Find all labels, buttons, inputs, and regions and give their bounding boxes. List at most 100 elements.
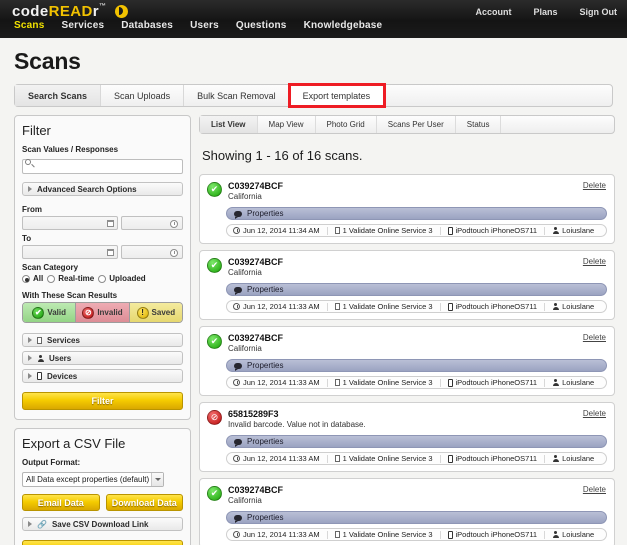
meta-divider — [439, 454, 441, 463]
export-buttons-row: Email Data Download Data — [22, 494, 183, 511]
tab-export-templates[interactable]: Export templates — [287, 83, 387, 108]
search-input[interactable] — [22, 159, 183, 174]
scan-card[interactable]: Delete ✔ C039274BCF California Properties Jun… — [199, 326, 615, 396]
nav-item-users[interactable]: Users — [190, 20, 219, 31]
scan-results-label: With These Scan Results — [22, 291, 118, 300]
scan-card[interactable]: Delete ✔ C039274BCF California Properties Jun… — [199, 250, 615, 320]
result-toggle-saved[interactable]: ! Saved — [129, 303, 182, 322]
radio-dot-uploaded — [98, 274, 107, 283]
radio-all[interactable]: All — [22, 274, 43, 283]
properties-bar[interactable]: Properties — [226, 435, 607, 448]
properties-bar[interactable]: Properties — [226, 283, 607, 296]
result-toggle-invalid[interactable]: ⊘ Invalid — [75, 303, 130, 322]
from-date-input[interactable] — [22, 216, 118, 230]
scan-subtitle: California — [228, 496, 262, 505]
request-custom-reporting-button[interactable]: Request Custom Reporting — [22, 540, 183, 545]
delete-scan-link[interactable]: Delete — [583, 181, 606, 190]
meta-service-value: 1 Validate Online Service 3 — [342, 530, 433, 539]
properties-bar[interactable]: Properties — [226, 359, 607, 372]
meta-time-value: Jun 12, 2014 11:33 AM — [243, 454, 320, 463]
result-label-invalid: Invalid — [97, 308, 123, 317]
meta-user-value: Loiuslane — [562, 530, 595, 539]
top-navigation-bar: codeREADr™ Scans Services Databases User… — [0, 0, 627, 38]
nav-item-sign-out[interactable]: Sign Out — [580, 7, 618, 17]
output-format-select[interactable]: All Data except properties (default) — [22, 472, 165, 487]
meta-device: iPodtouch iPhoneOS711 — [447, 378, 537, 387]
properties-bar[interactable]: Properties — [226, 207, 607, 220]
tab-search-scans[interactable]: Search Scans — [15, 85, 102, 106]
radio-real-time[interactable]: Real-time — [47, 274, 94, 283]
user-icon — [552, 227, 559, 234]
scan-card[interactable]: Delete ⊘ 65815289F3 Invalid barcode. Value … — [199, 402, 615, 472]
chevron-down-icon — [151, 473, 164, 486]
delete-scan-link[interactable]: Delete — [583, 257, 606, 266]
meta-user-value: Loiuslane — [562, 302, 595, 311]
delete-scan-link[interactable]: Delete — [583, 485, 606, 494]
check-icon: ✔ — [32, 306, 45, 319]
group-label-services: Services — [47, 335, 80, 345]
view-tab-status[interactable]: Status — [456, 116, 502, 133]
from-label: From — [22, 205, 42, 214]
save-csv-download-link-toggle[interactable]: 🔗 Save CSV Download Link — [22, 517, 183, 531]
email-data-button[interactable]: Email Data — [22, 494, 100, 511]
download-data-button[interactable]: Download Data — [105, 494, 183, 511]
to-date-input[interactable] — [22, 245, 118, 259]
view-tab-map-view[interactable]: Map View — [258, 116, 316, 133]
from-time-input[interactable] — [120, 216, 183, 230]
document-icon — [334, 379, 340, 386]
advanced-search-options-toggle[interactable]: Advanced Search Options — [22, 182, 183, 196]
meta-device-value: iPodtouch iPhoneOS711 — [455, 226, 538, 235]
user-icon — [552, 455, 559, 462]
nav-item-questions[interactable]: Questions — [236, 20, 287, 31]
nav-item-scans[interactable]: Scans — [14, 20, 44, 31]
group-toggle-users[interactable]: Users — [22, 351, 183, 365]
filter-button[interactable]: Filter — [22, 392, 183, 410]
result-toggle-valid[interactable]: ✔ Valid — [23, 303, 76, 322]
view-tab-list-view[interactable]: List View — [200, 116, 258, 133]
tab-bulk-scan-removal[interactable]: Bulk Scan Removal — [184, 85, 290, 106]
scan-card-header: ✔ C039274BCF California — [207, 485, 607, 505]
scan-card-header: ✔ C039274BCF California — [207, 333, 607, 353]
meta-divider — [326, 378, 328, 387]
scan-card[interactable]: Delete ✔ C039274BCF California Properties Jun… — [199, 478, 615, 545]
comment-icon — [234, 210, 242, 219]
document-icon — [334, 531, 340, 538]
properties-label: Properties — [247, 437, 284, 446]
meta-service: 1 Validate Online Service 3 — [334, 454, 433, 463]
user-icon — [37, 354, 44, 362]
meta-device: iPodtouch iPhoneOS711 — [447, 530, 537, 539]
nav-item-knowledgebase[interactable]: Knowledgebase — [304, 20, 383, 31]
meta-service-value: 1 Validate Online Service 3 — [342, 378, 433, 387]
radio-uploaded[interactable]: Uploaded — [98, 274, 146, 283]
group-toggle-services[interactable]: Services — [22, 333, 183, 347]
view-tab-photo-grid[interactable]: Photo Grid — [316, 116, 377, 133]
device-icon — [447, 302, 453, 311]
filter-panel-title: Filter — [22, 123, 51, 138]
scan-category-label: Scan Category — [22, 263, 79, 272]
nav-item-services[interactable]: Services — [61, 20, 104, 31]
to-time-input[interactable] — [120, 245, 183, 259]
properties-bar[interactable]: Properties — [226, 511, 607, 524]
calendar-icon — [106, 249, 114, 256]
scan-card-header: ✔ C039274BCF California — [207, 257, 607, 277]
group-toggle-devices[interactable]: Devices — [22, 369, 183, 383]
meta-time-value: Jun 12, 2014 11:34 AM — [243, 226, 320, 235]
nav-item-account[interactable]: Account — [475, 7, 511, 17]
delete-scan-link[interactable]: Delete — [583, 333, 606, 342]
nav-item-databases[interactable]: Databases — [121, 20, 173, 31]
scan-meta-bar: Jun 12, 2014 11:33 AM 1 Validate Online S… — [226, 452, 607, 465]
scan-subtitle: Invalid barcode. Value not in database. — [228, 420, 366, 429]
radio-dot-all — [22, 274, 30, 283]
scan-card[interactable]: Delete ✔ C039274BCF California Properties Jun… — [199, 174, 615, 244]
delete-scan-link[interactable]: Delete — [583, 409, 606, 418]
valid-scan-icon: ✔ — [207, 258, 222, 273]
brand-logo[interactable]: codeREADr™ — [12, 3, 128, 20]
document-icon — [37, 336, 42, 344]
brand-code: code — [12, 3, 49, 20]
clock-icon — [170, 248, 178, 257]
view-tab-scans-per-user[interactable]: Scans Per User — [377, 116, 456, 133]
tab-scan-uploads[interactable]: Scan Uploads — [101, 85, 185, 106]
meta-user: Loiuslane — [552, 302, 594, 311]
nav-item-plans[interactable]: Plans — [533, 7, 557, 17]
meta-user: Loiuslane — [552, 226, 594, 235]
